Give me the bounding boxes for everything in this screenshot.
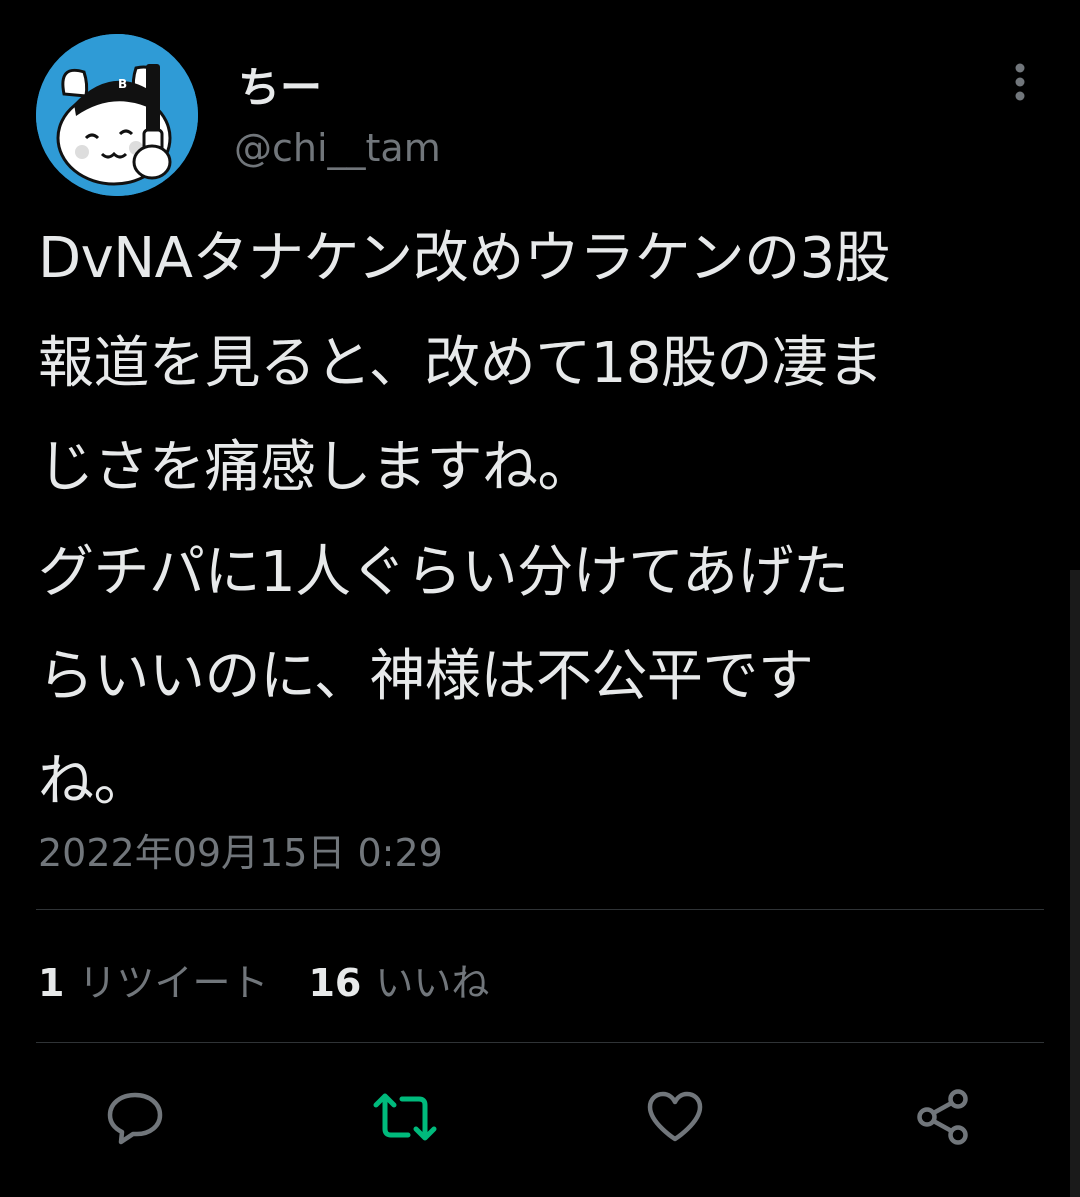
display-name[interactable]: ちー (238, 54, 322, 115)
avatar-illustration: B (36, 34, 198, 196)
user-handle[interactable]: @chi__tam (234, 126, 441, 170)
retweet-label[interactable]: リツイート (78, 952, 268, 1007)
reply-icon (107, 1092, 163, 1145)
like-label[interactable]: いいね (375, 952, 489, 1007)
share-icon (917, 1089, 968, 1145)
like-button[interactable] (640, 1082, 710, 1152)
reply-button[interactable] (100, 1082, 170, 1152)
more-vertical-icon (1015, 63, 1025, 101)
more-options-button[interactable] (996, 56, 1044, 108)
share-button[interactable] (908, 1082, 978, 1152)
like-count[interactable]: 16 (308, 961, 361, 1005)
avatar[interactable]: B (36, 34, 198, 196)
svg-text:B: B (118, 77, 127, 91)
divider (36, 1042, 1044, 1043)
retweet-count[interactable]: 1 (38, 961, 64, 1005)
tweet-text: DvNAタナケン改めウラケンの3股 報道を見ると、改めて18股の凄ま じさを痛感… (38, 226, 891, 814)
tweet-timestamp[interactable]: 2022年09月15日 0:29 (38, 822, 443, 877)
retweet-icon (373, 1093, 437, 1141)
divider (36, 909, 1044, 910)
tweet-stats: 1 リツイート 16 いいね (38, 952, 489, 1007)
heart-icon (647, 1091, 703, 1142)
scrollbar[interactable] (1070, 570, 1080, 1197)
retweet-button[interactable] (370, 1082, 440, 1152)
